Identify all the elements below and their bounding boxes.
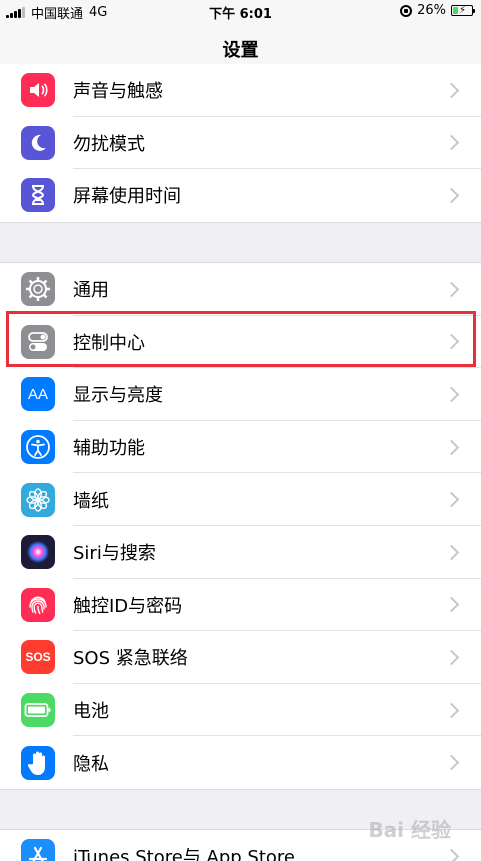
- settings-row-label: 隐私: [73, 753, 109, 775]
- settings-row-label: 勿扰模式: [73, 133, 145, 155]
- settings-row[interactable]: 墙纸: [0, 473, 481, 526]
- settings-row-label: 电池: [73, 701, 109, 723]
- rotation-lock-icon: [400, 4, 413, 17]
- toggles-icon: [21, 324, 55, 359]
- chevron-right-icon: [443, 848, 460, 861]
- chevron-right-icon: [443, 754, 460, 771]
- settings-row[interactable]: 屏幕使用时间: [0, 169, 481, 222]
- settings-row[interactable]: 通用: [0, 263, 481, 316]
- moon-icon: [21, 125, 55, 160]
- settings-row[interactable]: Siri与搜索: [0, 526, 481, 579]
- settings-row-label: 辅助功能: [73, 438, 145, 460]
- settings-row-label: 屏幕使用时间: [73, 186, 181, 208]
- chevron-right-icon: [443, 334, 460, 350]
- watermark: Bai 经验: [368, 818, 451, 842]
- chevron-right-icon: [443, 544, 460, 561]
- chevron-right-icon: [443, 386, 460, 403]
- settings-group-2: 通用控制中心 AA 显示与亮度辅助功能墙纸 Siri与搜索触控ID与密码 SOS SOS …: [0, 262, 481, 790]
- settings-row-label: Siri与搜索: [73, 543, 156, 565]
- settings-row-label: 控制中心: [73, 332, 145, 354]
- battery-icon: [21, 693, 55, 728]
- settings-row-label: 触控ID与密码: [73, 595, 183, 617]
- hourglass-icon: [21, 178, 55, 213]
- speaker-icon: [21, 73, 55, 108]
- settings-row-label: SOS 紧急联络: [73, 648, 188, 670]
- chevron-right-icon: [443, 491, 460, 508]
- status-bar: 中国联通 4G 下午 6:01 26% ⚡: [0, 0, 481, 22]
- text-size-icon: AA: [21, 377, 55, 412]
- settings-row[interactable]: 辅助功能: [0, 421, 481, 474]
- chevron-right-icon: [443, 439, 460, 455]
- settings-row[interactable]: SOS SOS 紧急联络: [0, 631, 481, 684]
- chevron-right-icon: [443, 649, 460, 666]
- settings-row-label: 显示与亮度: [73, 385, 163, 407]
- hand-icon: [21, 745, 55, 780]
- chevron-right-icon: [443, 702, 460, 718]
- flower-icon: [21, 482, 55, 517]
- accessibility-icon: [21, 430, 55, 465]
- gear-icon: [21, 272, 55, 307]
- chevron-right-icon: [443, 135, 460, 151]
- settings-row[interactable]: 隐私: [0, 736, 481, 789]
- page-title: 设置: [222, 40, 259, 61]
- sos-icon: SOS: [21, 640, 55, 675]
- settings-row[interactable]: AA 显示与亮度: [0, 368, 481, 421]
- app-store-icon: [21, 839, 55, 861]
- chevron-right-icon: [443, 597, 460, 613]
- chevron-right-icon: [443, 187, 460, 204]
- settings-row[interactable]: 声音与触感: [0, 64, 481, 117]
- settings-row[interactable]: 控制中心: [0, 316, 481, 369]
- settings-group-1: 声音与触感勿扰模式屏幕使用时间: [0, 64, 481, 223]
- settings-row[interactable]: 电池: [0, 684, 481, 737]
- fingerprint-icon: [21, 587, 55, 622]
- settings-row-label: 墙纸: [73, 490, 109, 512]
- battery-icon: ⚡: [451, 5, 475, 16]
- settings-row[interactable]: 触控ID与密码: [0, 579, 481, 632]
- settings-row[interactable]: 勿扰模式: [0, 117, 481, 170]
- settings-row-label: iTunes Store与 App Store: [73, 847, 296, 861]
- settings-row-label: 声音与触感: [73, 81, 163, 103]
- chevron-right-icon: [443, 281, 460, 298]
- settings-row-label: 通用: [73, 280, 109, 302]
- battery-percent: 26%: [417, 3, 446, 18]
- siri-icon: [21, 535, 55, 570]
- chevron-right-icon: [443, 82, 460, 99]
